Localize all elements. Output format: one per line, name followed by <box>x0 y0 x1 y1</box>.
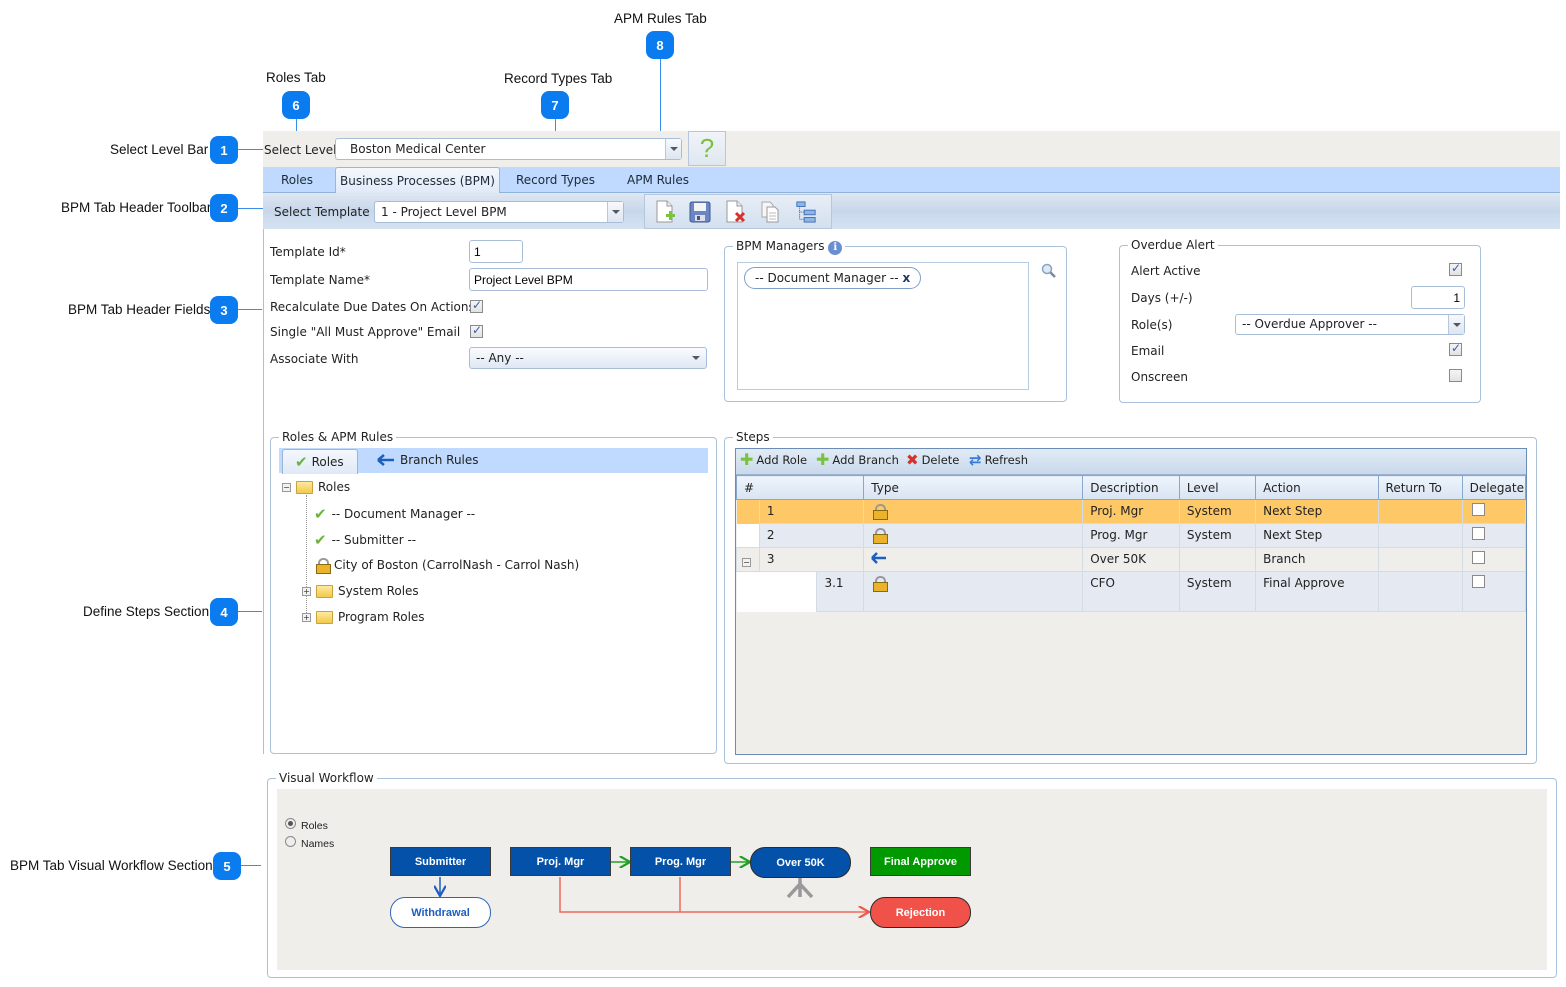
wf-node-prog-mgr[interactable]: Prog. Mgr <box>630 847 731 876</box>
wf-node-proj-mgr[interactable]: Proj. Mgr <box>510 847 611 876</box>
reject-line-projmgr <box>559 877 869 912</box>
workflow-connectors <box>0 0 1566 987</box>
wf-node-withdrawal[interactable]: Withdrawal <box>390 897 491 928</box>
wf-node-over-50k[interactable]: Over 50K <box>750 847 851 878</box>
branch-fork-icon <box>786 877 814 899</box>
wf-node-rejection[interactable]: Rejection <box>870 897 971 928</box>
wf-node-final-approve[interactable]: Final Approve <box>870 847 971 876</box>
wf-node-submitter[interactable]: Submitter <box>390 847 491 876</box>
